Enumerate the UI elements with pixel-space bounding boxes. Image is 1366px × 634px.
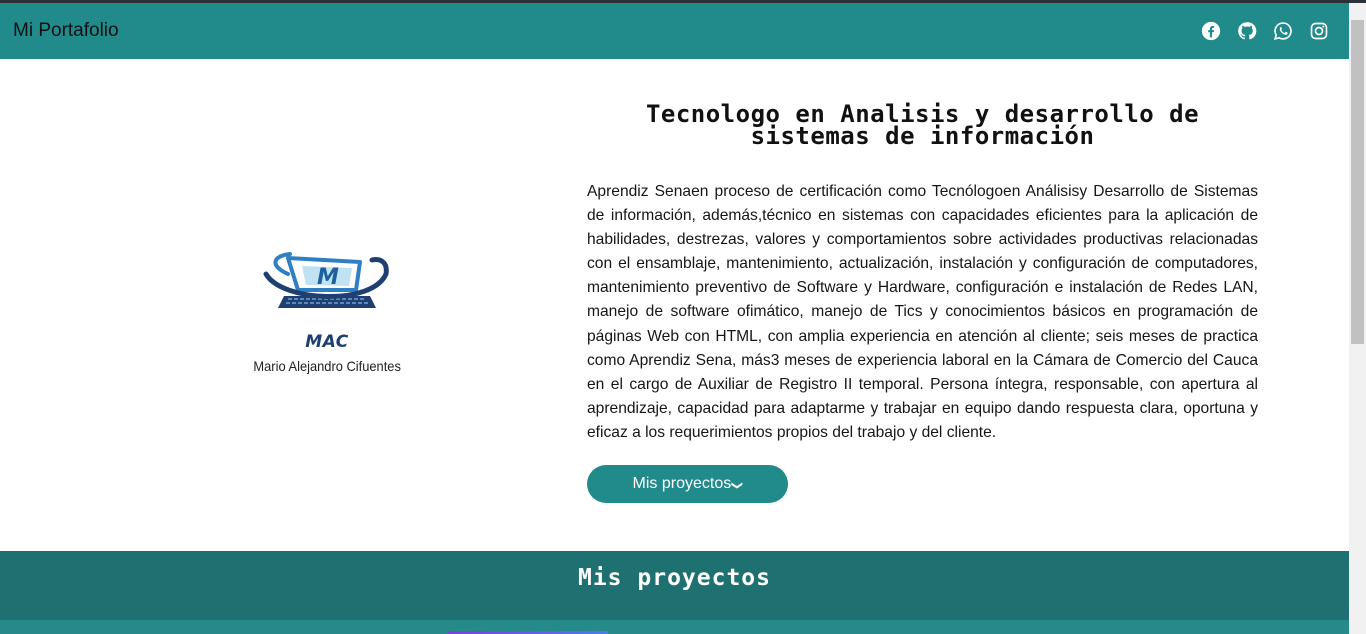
- chevron-down-icon: ❯: [731, 480, 744, 490]
- logo-mark: MAC: [305, 332, 349, 352]
- github-icon[interactable]: [1237, 21, 1257, 41]
- navbar: Mi Portafolio: [0, 3, 1349, 59]
- mac-logo: M MAC Mario Alejandro Cifuentes: [232, 244, 422, 394]
- whatsapp-icon[interactable]: [1273, 21, 1293, 41]
- projects-title: Mis proyectos: [577, 565, 771, 591]
- brand-link[interactable]: Mi Portafolio: [13, 20, 119, 42]
- logo-owner-name: Mario Alejandro Cifuentes: [253, 358, 401, 374]
- my-projects-button[interactable]: Mis proyectos ❯: [587, 465, 788, 503]
- projects-content-band: [0, 620, 1349, 634]
- instagram-icon[interactable]: [1309, 21, 1329, 41]
- page-scrollbar[interactable]: [1349, 3, 1366, 634]
- hero-description: Aprendiz Senaen proceso de certificación…: [587, 183, 1258, 441]
- facebook-icon[interactable]: [1201, 21, 1221, 41]
- scrollbar-thumb[interactable]: [1351, 20, 1364, 344]
- my-projects-button-label: Mis proyectos: [632, 475, 732, 492]
- computer-logo-icon: M: [263, 252, 389, 308]
- svg-text:M: M: [317, 265, 339, 290]
- hero-title: Tecnologo en Analisis y desarrollo de si…: [645, 100, 1200, 150]
- social-links: [1201, 21, 1329, 41]
